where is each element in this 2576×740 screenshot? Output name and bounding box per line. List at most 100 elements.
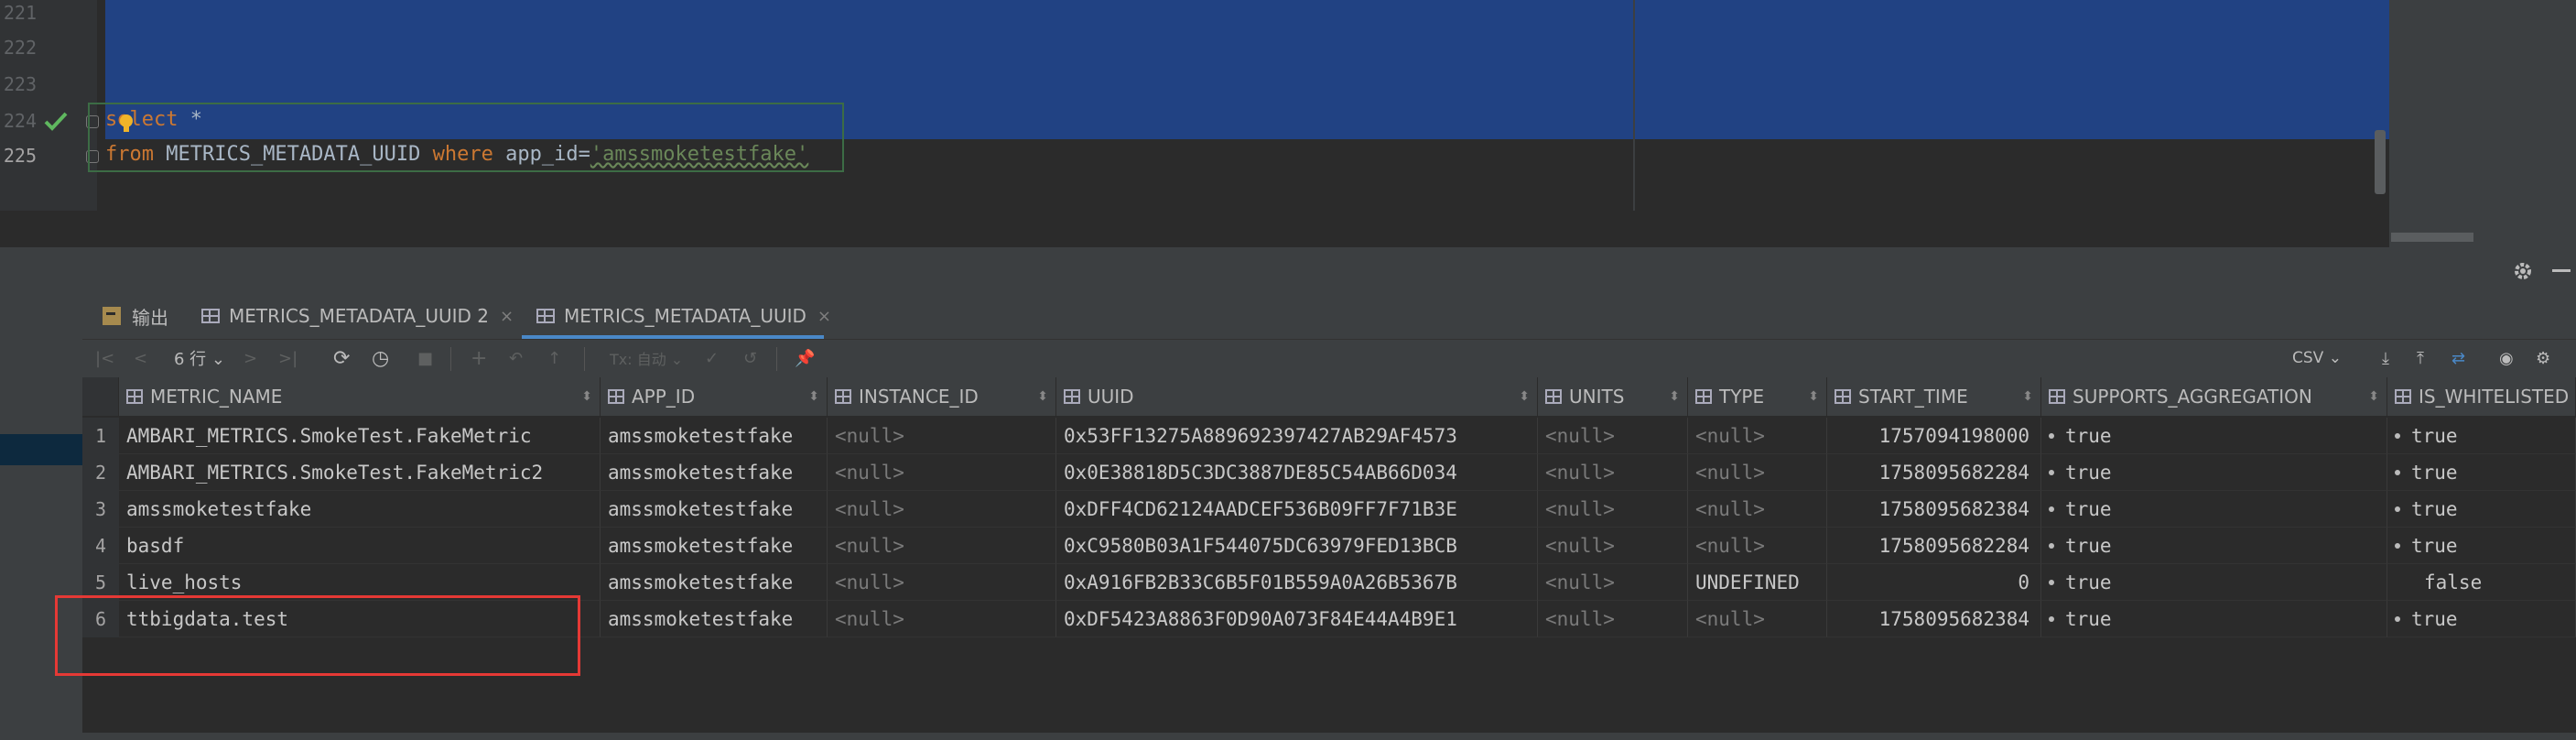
next-page-icon[interactable]: > [244, 345, 257, 371]
cell-start-time[interactable]: 0 [1827, 564, 2041, 601]
cell-metric-name[interactable]: basdf [119, 528, 601, 564]
horizontal-scrollbar[interactable] [2391, 233, 2473, 242]
editor-scrollbar[interactable] [2375, 130, 2386, 194]
sort-icon[interactable]: ⬍ [1519, 389, 1530, 404]
refresh-icon[interactable]: ⟳ [333, 345, 350, 371]
cell-uuid[interactable]: 0x0E38818D5C3DC3887DE85C54AB66D034 [1056, 454, 1538, 491]
cell-app-id[interactable]: amssmoketestfake [601, 491, 828, 528]
sort-icon[interactable]: ⬍ [581, 389, 592, 404]
column-header-uuid[interactable]: UUID ⬍ [1056, 377, 1538, 416]
cell-app-id[interactable]: amssmoketestfake [601, 564, 828, 601]
settings-icon[interactable]: ⚙ [2536, 345, 2550, 371]
rollback-icon[interactable]: ↺ [743, 345, 757, 371]
cell-supports-aggregation[interactable]: true [2041, 528, 2387, 564]
sort-icon[interactable]: ⬍ [2022, 389, 2033, 404]
cell-is-whitelisted[interactable]: true [2387, 454, 2576, 491]
cell-app-id[interactable]: amssmoketestfake [601, 418, 828, 454]
cell-uuid[interactable]: 0xDFF4CD62124AADCEF536B09FF7F71B3E [1056, 491, 1538, 528]
sort-icon[interactable]: ⬍ [1037, 389, 1048, 404]
column-header-metric-name[interactable]: METRIC_NAME ⬍ [119, 377, 601, 416]
cell-instance-id[interactable]: <null> [828, 564, 1056, 601]
cell-metric-name[interactable]: amssmoketestfake [119, 491, 601, 528]
submit-icon[interactable]: ↑ [547, 345, 561, 371]
cell-supports-aggregation[interactable]: true [2041, 564, 2387, 601]
cell-type[interactable]: UNDEFINED [1688, 564, 1827, 601]
cell-type[interactable]: <null> [1688, 528, 1827, 564]
cell-uuid[interactable]: 0xDF5423A8863F0D90A073F84E44A4B9E1 [1056, 601, 1538, 637]
cell-app-id[interactable]: amssmoketestfake [601, 601, 828, 637]
cell-supports-aggregation[interactable]: true [2041, 601, 2387, 637]
column-header-is-whitelisted[interactable]: IS_WHITELISTED [2387, 377, 2576, 416]
cell-units[interactable]: <null> [1538, 564, 1688, 601]
tab-metrics-metadata-uuid-2[interactable]: METRICS_METADATA_UUID 2 × [201, 293, 514, 339]
transaction-mode-dropdown[interactable]: Tx: 自动 ⌄ [610, 345, 683, 371]
download-icon[interactable]: ⤓ [2382, 345, 2389, 371]
cell-instance-id[interactable]: <null> [828, 528, 1056, 564]
close-icon[interactable]: × [500, 307, 514, 326]
column-header-type[interactable]: TYPE ⬍ [1688, 377, 1827, 416]
cell-units[interactable]: <null> [1538, 418, 1688, 454]
cell-is-whitelisted[interactable]: false [2387, 564, 2576, 601]
pin-icon[interactable]: 📌 [795, 345, 815, 371]
column-header-units[interactable]: UNITS ⬍ [1538, 377, 1688, 416]
sort-icon[interactable]: ⬍ [2368, 389, 2379, 404]
cell-app-id[interactable]: amssmoketestfake [601, 454, 828, 491]
cell-start-time[interactable]: 1758095682284 [1827, 528, 2041, 564]
row-number[interactable]: 1 [82, 418, 119, 454]
tab-metrics-metadata-uuid[interactable]: METRICS_METADATA_UUID × [536, 293, 831, 339]
cell-start-time[interactable]: 1758095682284 [1827, 454, 2041, 491]
cell-is-whitelisted[interactable]: true [2387, 418, 2576, 454]
cell-is-whitelisted[interactable]: true [2387, 528, 2576, 564]
code-line-225[interactable]: from METRICS_METADATA_UUID where app_id=… [105, 143, 808, 166]
sort-icon[interactable]: ⬍ [1669, 389, 1680, 404]
commit-icon[interactable]: ✓ [705, 345, 719, 371]
cell-is-whitelisted[interactable]: true [2387, 601, 2576, 637]
compare-icon[interactable]: ⇄ [2452, 345, 2465, 371]
cell-supports-aggregation[interactable]: true [2041, 491, 2387, 528]
gear-icon[interactable] [2512, 260, 2534, 282]
first-page-icon[interactable]: |< [95, 345, 114, 371]
previous-page-icon[interactable]: < [134, 345, 147, 371]
cell-uuid[interactable]: 0xA916FB2B33C6B5F01B559A0A26B5367B [1056, 564, 1538, 601]
row-number[interactable]: 4 [82, 528, 119, 564]
tab-output[interactable]: 输出 [103, 293, 168, 339]
rows-count-dropdown[interactable]: 6 行 ⌄ [174, 345, 225, 371]
revert-icon[interactable]: ↶ [509, 345, 523, 371]
sort-icon[interactable]: ⬍ [1808, 389, 1819, 404]
cell-start-time[interactable]: 1758095682384 [1827, 491, 2041, 528]
history-icon[interactable]: ◷ [372, 345, 389, 371]
close-icon[interactable]: × [817, 307, 831, 326]
cell-instance-id[interactable]: <null> [828, 491, 1056, 528]
add-row-icon[interactable]: + [471, 345, 487, 371]
sort-icon[interactable]: ⬍ [808, 389, 819, 404]
cell-instance-id[interactable]: <null> [828, 601, 1056, 637]
cell-type[interactable]: <null> [1688, 601, 1827, 637]
cell-metric-name[interactable]: AMBARI_METRICS.SmokeTest.FakeMetric [119, 418, 601, 454]
cell-uuid[interactable]: 0x53FF13275A889692397427AB29AF4573 [1056, 418, 1538, 454]
last-page-icon[interactable]: >| [278, 345, 298, 371]
cell-is-whitelisted[interactable]: true [2387, 491, 2576, 528]
column-header-start-time[interactable]: START_TIME ⬍ [1827, 377, 2041, 416]
cell-type[interactable]: <null> [1688, 491, 1827, 528]
panel-splitter[interactable] [0, 247, 2576, 293]
cell-instance-id[interactable]: <null> [828, 454, 1056, 491]
cell-app-id[interactable]: amssmoketestfake [601, 528, 828, 564]
cell-supports-aggregation[interactable]: true [2041, 418, 2387, 454]
cell-units[interactable]: <null> [1538, 601, 1688, 637]
cell-supports-aggregation[interactable]: true [2041, 454, 2387, 491]
cell-metric-name[interactable]: AMBARI_METRICS.SmokeTest.FakeMetric2 [119, 454, 601, 491]
export-format-dropdown[interactable]: CSV ⌄ [2292, 345, 2342, 371]
cell-start-time[interactable]: 1757094198000 [1827, 418, 2041, 454]
cell-type[interactable]: <null> [1688, 454, 1827, 491]
cell-start-time[interactable]: 1758095682384 [1827, 601, 2041, 637]
row-number[interactable]: 3 [82, 491, 119, 528]
minimize-icon[interactable] [2552, 269, 2571, 272]
upload-icon[interactable]: ⤒ [2417, 345, 2424, 371]
cell-units[interactable]: <null> [1538, 491, 1688, 528]
cell-uuid[interactable]: 0xC9580B03A1F544075DC63979FED13BCB [1056, 528, 1538, 564]
cell-instance-id[interactable]: <null> [828, 418, 1056, 454]
cell-units[interactable]: <null> [1538, 528, 1688, 564]
row-number[interactable]: 2 [82, 454, 119, 491]
view-icon[interactable]: ◉ [2499, 345, 2514, 371]
cell-units[interactable]: <null> [1538, 454, 1688, 491]
